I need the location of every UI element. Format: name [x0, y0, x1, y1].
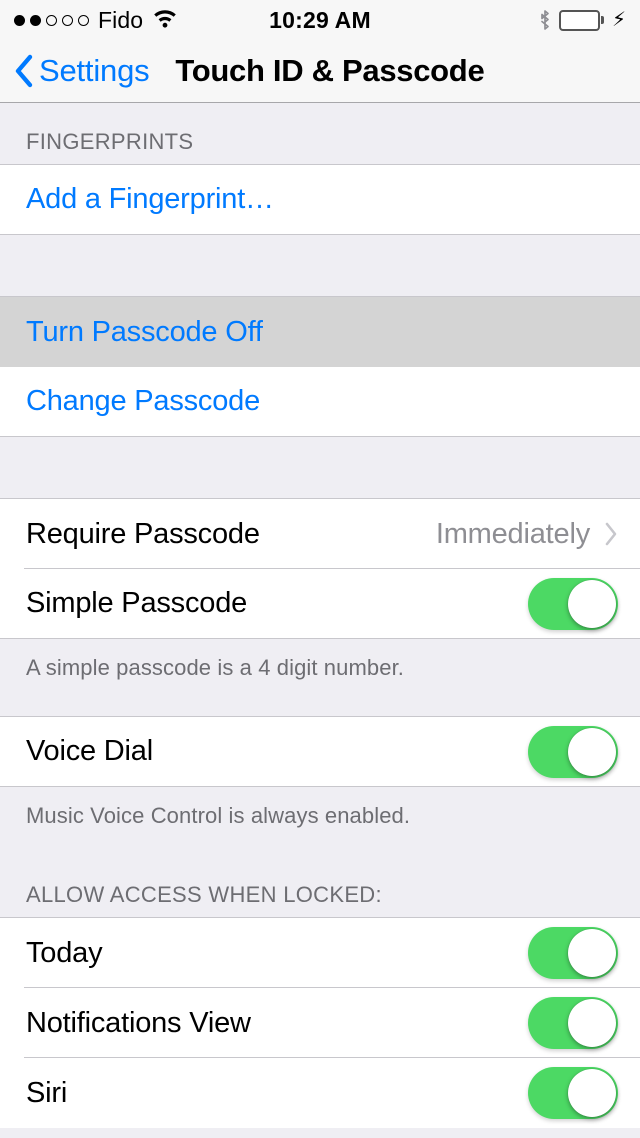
row-siri-right — [528, 1067, 618, 1119]
footer-simple-passcode: A simple passcode is a 4 digit number. — [0, 639, 640, 717]
status-bar-clock: 10:29 AM — [269, 7, 371, 34]
toggle-siri[interactable] — [528, 1067, 618, 1119]
row-require-passcode[interactable]: Require Passcode Immediately — [0, 499, 640, 569]
footer-voice-dial: Music Voice Control is always enabled. — [0, 787, 640, 861]
section-header-allow-access: ALLOW ACCESS WHEN LOCKED: — [0, 861, 640, 918]
chevron-right-icon — [604, 521, 618, 547]
status-bar: Fido 10:29 AM ⚡ — [0, 0, 640, 40]
section-gap-2 — [0, 437, 640, 499]
toggle-today[interactable] — [528, 927, 618, 979]
row-label-add-fingerprint: Add a Fingerprint… — [26, 183, 274, 216]
row-today: Today — [0, 918, 640, 988]
page-title: Touch ID & Passcode — [175, 53, 484, 89]
toggle-notifications-view[interactable] — [528, 997, 618, 1049]
row-label-notifications-view: Notifications View — [26, 1007, 251, 1040]
back-button[interactable]: Settings — [14, 53, 149, 89]
row-turn-passcode-off[interactable]: Turn Passcode Off — [0, 297, 640, 367]
bluetooth-icon — [538, 9, 552, 31]
row-change-passcode[interactable]: Change Passcode — [0, 367, 640, 437]
row-today-right — [528, 927, 618, 979]
row-simple-passcode: Simple Passcode — [0, 569, 640, 639]
toggle-voice-dial[interactable] — [528, 726, 618, 778]
battery-icon — [559, 9, 604, 31]
row-label-require-passcode: Require Passcode — [26, 518, 260, 551]
toggle-simple-passcode[interactable] — [528, 578, 618, 630]
row-add-fingerprint[interactable]: Add a Fingerprint… — [0, 165, 640, 235]
footer-text-voice-dial: Music Voice Control is always enabled. — [26, 803, 410, 828]
wifi-icon — [152, 10, 178, 30]
status-bar-left: Fido — [14, 7, 178, 34]
lightning-bolt-icon: ⚡ — [612, 10, 626, 30]
status-bar-right: ⚡ — [538, 9, 626, 31]
cellular-signal-dots-icon — [14, 15, 89, 26]
footer-text-simple-passcode: A simple passcode is a 4 digit number. — [26, 655, 404, 680]
chevron-left-icon — [14, 54, 34, 88]
row-require-passcode-right: Immediately — [436, 518, 618, 551]
row-notifications-view-right — [528, 997, 618, 1049]
row-label-turn-passcode-off: Turn Passcode Off — [26, 316, 263, 349]
section-gap-1 — [0, 235, 640, 297]
section-header-fingerprints: FINGERPRINTS — [0, 103, 640, 165]
row-label-voice-dial: Voice Dial — [26, 735, 153, 768]
section-header-label: FINGERPRINTS — [26, 129, 193, 155]
row-label-today: Today — [26, 937, 102, 970]
row-simple-passcode-right — [528, 578, 618, 630]
navigation-bar: Settings Touch ID & Passcode — [0, 40, 640, 103]
section-header-label-allow-access: ALLOW ACCESS WHEN LOCKED: — [26, 882, 382, 908]
row-voice-dial-right — [528, 726, 618, 778]
row-label-change-passcode: Change Passcode — [26, 385, 260, 418]
back-button-label: Settings — [39, 53, 149, 89]
iphone-screen: Fido 10:29 AM ⚡ — [0, 0, 640, 1138]
row-label-simple-passcode: Simple Passcode — [26, 587, 247, 620]
row-label-siri: Siri — [26, 1077, 67, 1110]
row-siri: Siri — [0, 1058, 640, 1128]
row-value-require-passcode: Immediately — [436, 518, 590, 551]
carrier-name: Fido — [98, 7, 143, 34]
row-voice-dial: Voice Dial — [0, 717, 640, 787]
row-notifications-view: Notifications View — [0, 988, 640, 1058]
